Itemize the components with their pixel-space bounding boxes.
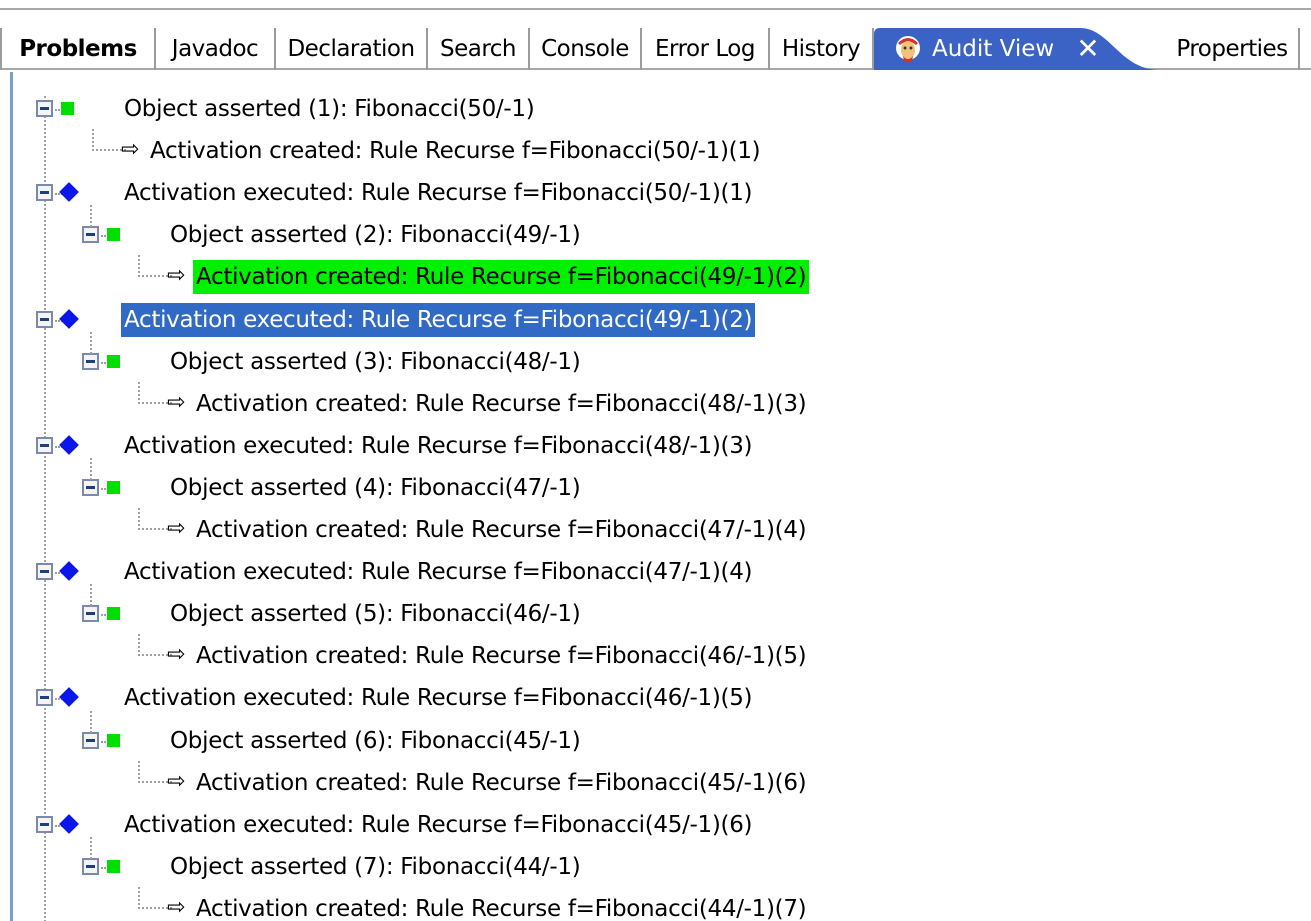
tab-problems-label: Problems (19, 36, 137, 62)
collapse-toggle-icon[interactable] (36, 100, 53, 117)
activation-executed-icon (59, 434, 79, 455)
tree-guide (90, 205, 92, 228)
audit-tree[interactable]: Object asserted (1): Fibonacci(50/-1) ⇨ Ac… (0, 72, 1311, 921)
tab-declaration-label: Declaration (287, 36, 415, 62)
object-asserted-item[interactable]: Object asserted (4): Fibonacci(47/-1) (167, 471, 583, 505)
view-frame-top (0, 0, 1311, 30)
collapse-toggle-icon[interactable] (36, 815, 53, 833)
collapse-toggle-icon[interactable] (82, 352, 99, 370)
object-asserted-item[interactable]: Object asserted (1): Fibonacci(50/-1) (121, 92, 537, 126)
object-asserted-icon (61, 102, 74, 115)
tab-history[interactable]: History (770, 28, 874, 70)
object-asserted-item[interactable]: Object asserted (6): Fibonacci(45/-1) (167, 724, 583, 758)
tree-guide (90, 331, 92, 354)
collapse-toggle-icon[interactable] (82, 731, 99, 749)
tab-history-label: History (781, 36, 861, 62)
arrow-right-icon: ⇨ (167, 389, 186, 415)
arrow-right-icon: ⇨ (167, 642, 186, 668)
object-asserted-item[interactable]: Object asserted (2): Fibonacci(49/-1) (167, 218, 583, 252)
activation-executed-icon (59, 308, 79, 329)
collapse-toggle-icon[interactable] (82, 857, 99, 875)
collapse-toggle-icon[interactable] (82, 605, 99, 623)
activation-created-item[interactable]: Activation created: Rule Recurse f=Fibon… (193, 260, 810, 295)
collapse-toggle-icon[interactable] (36, 436, 53, 454)
object-asserted-item[interactable]: Object asserted (3): Fibonacci(48/-1) (167, 345, 583, 379)
activation-created-item[interactable]: Activation created: Rule Recurse f=Fibon… (193, 639, 809, 673)
view-tab-bar: Problems Javadoc Declaration Search Cons… (0, 28, 1311, 70)
tree-guide (90, 710, 92, 733)
collapse-toggle-icon[interactable] (36, 184, 53, 202)
activation-executed-icon (59, 182, 79, 203)
tab-search-label: Search (439, 36, 517, 62)
tab-properties[interactable]: Properties (1166, 28, 1300, 70)
tree-guide (90, 836, 92, 859)
tab-search[interactable]: Search (428, 28, 530, 70)
activation-executed-item[interactable]: Activation executed: Rule Recurse f=Fibo… (121, 302, 756, 337)
collapse-toggle-icon[interactable] (36, 563, 53, 581)
tab-problems[interactable]: Problems (0, 28, 156, 70)
object-asserted-icon (107, 228, 120, 242)
tree-guide (90, 457, 92, 480)
activation-created-item[interactable]: Activation created: Rule Recurse f=Fibon… (193, 387, 809, 421)
object-asserted-icon (107, 480, 120, 494)
tab-console-label: Console (541, 36, 629, 62)
object-asserted-icon (107, 859, 120, 873)
activation-executed-item[interactable]: Activation executed: Rule Recurse f=Fibo… (121, 555, 755, 589)
audit-view-icon (896, 36, 920, 61)
tab-declaration[interactable]: Declaration (276, 28, 428, 70)
collapse-toggle-icon[interactable] (36, 310, 53, 328)
activation-executed-icon (59, 561, 79, 581)
tab-audit-view[interactable]: Audit View ✕ (874, 28, 1160, 70)
activation-executed-icon (59, 687, 79, 708)
activation-executed-item[interactable]: Activation executed: Rule Recurse f=Fibo… (121, 681, 755, 715)
arrow-right-icon: ⇨ (167, 516, 186, 541)
object-asserted-icon (107, 733, 120, 747)
activation-created-item[interactable]: Activation created: Rule Recurse f=Fibon… (193, 892, 809, 921)
tab-audit-view-label: Audit View (932, 36, 1055, 62)
object-asserted-icon (107, 607, 120, 621)
tree-guide (90, 584, 92, 607)
tab-javadoc[interactable]: Javadoc (156, 28, 276, 70)
activation-executed-item[interactable]: Activation executed: Rule Recurse f=Fibo… (121, 808, 755, 842)
object-asserted-item[interactable]: Object asserted (7): Fibonacci(44/-1) (167, 850, 583, 884)
close-icon[interactable]: ✕ (1076, 35, 1099, 63)
arrow-right-icon: ⇨ (167, 263, 186, 289)
activation-executed-item[interactable]: Activation executed: Rule Recurse f=Fibo… (121, 176, 755, 210)
tab-error-log-label: Error Log (655, 36, 755, 62)
arrow-right-icon: ⇨ (167, 894, 186, 920)
activation-executed-item[interactable]: Activation executed: Rule Recurse f=Fibo… (121, 429, 755, 463)
collapse-toggle-icon[interactable] (82, 478, 99, 496)
arrow-right-icon: ⇨ (121, 137, 140, 163)
activation-created-item[interactable]: Activation created: Rule Recurse f=Fibon… (147, 134, 763, 168)
activation-created-item[interactable]: Activation created: Rule Recurse f=Fibon… (193, 766, 809, 800)
tab-properties-label: Properties (1176, 36, 1288, 62)
tab-error-log[interactable]: Error Log (642, 28, 770, 70)
tab-javadoc-label: Javadoc (171, 36, 259, 62)
tree-border (10, 72, 13, 921)
tab-console[interactable]: Console (530, 28, 642, 70)
object-asserted-item[interactable]: Object asserted (5): Fibonacci(46/-1) (167, 597, 583, 631)
activation-executed-icon (59, 813, 79, 834)
tree-guide-root (44, 96, 46, 921)
collapse-toggle-icon[interactable] (82, 226, 99, 244)
activation-created-item[interactable]: Activation created: Rule Recurse f=Fibon… (193, 513, 809, 547)
object-asserted-icon (107, 354, 120, 368)
collapse-toggle-icon[interactable] (36, 689, 53, 707)
arrow-right-icon: ⇨ (167, 768, 186, 794)
